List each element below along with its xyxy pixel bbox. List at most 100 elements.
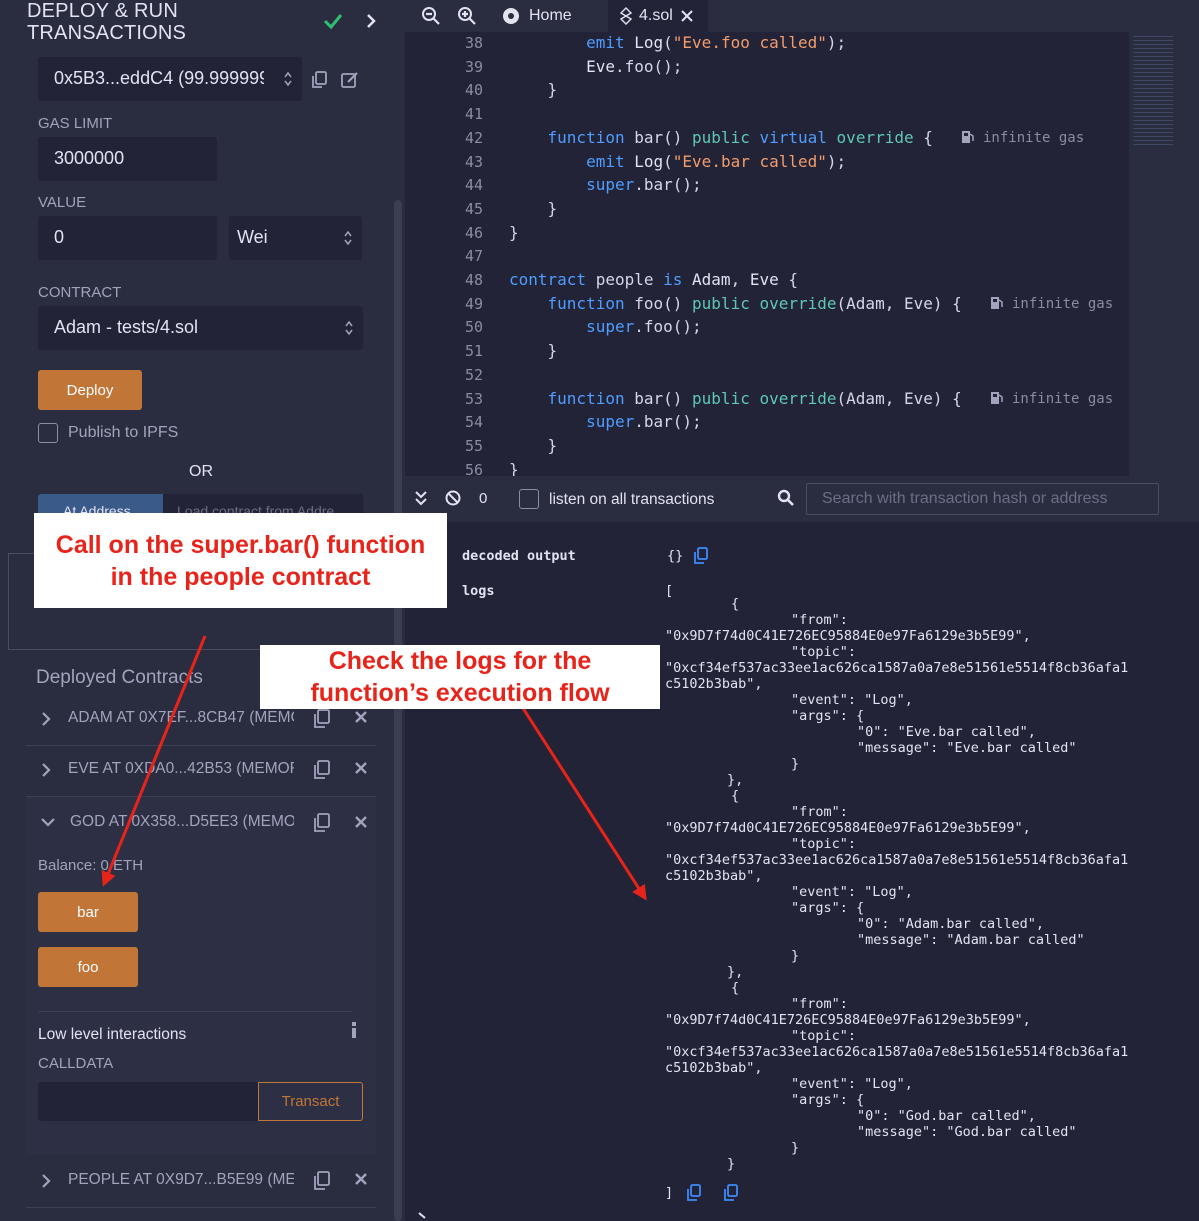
unit-select[interactable]: Wei (229, 216, 362, 260)
contract-row-eve[interactable]: EVE AT 0XDA0...42B53 (MEMOR (26, 746, 376, 796)
gas-limit-input[interactable]: 3000000 (38, 137, 217, 181)
close-icon[interactable] (354, 815, 368, 829)
chevron-right-icon[interactable] (40, 1173, 52, 1189)
listen-checkbox[interactable] (519, 489, 539, 509)
log-line: "topic": (791, 1028, 857, 1044)
line-number: 54 (464, 413, 483, 432)
chevron-down-icon[interactable] (40, 816, 56, 828)
calldata-label: CALLDATA (38, 1055, 114, 1072)
log-line: "0x9D7f74d0C41E726EC95884E0e97Fa6129e3b5… (665, 628, 1031, 644)
code-text: emit Log("Eve.bar called"); (586, 151, 847, 171)
tab-home[interactable]: Home (501, 0, 607, 32)
code-line: 41 (405, 102, 1125, 126)
logs-open-bracket: [ (665, 583, 674, 599)
copy-icon[interactable] (312, 812, 332, 834)
close-icon[interactable] (681, 10, 693, 22)
value-input[interactable]: 0 (38, 216, 217, 260)
gas-pump-icon (991, 296, 1003, 309)
line-number: 42 (464, 128, 483, 147)
log-line: "0xcf34ef537ac33ee1ac626ca1587a0a7e8e515… (665, 852, 1129, 868)
log-line: c5102b3bab", (665, 1060, 763, 1076)
code-text: super.bar(); (586, 412, 702, 432)
zoom-in-icon[interactable] (457, 6, 477, 26)
copy-icon[interactable] (312, 708, 332, 730)
line-number: 43 (464, 152, 483, 171)
chevron-right-icon[interactable] (362, 10, 380, 32)
contract-row-people[interactable]: PEOPLE AT 0X9D7...B5E99 (MEM (26, 1157, 376, 1207)
gas-estimate: infinite gas (990, 387, 1113, 411)
close-icon[interactable] (354, 710, 368, 724)
select-arrows-icon (284, 71, 292, 87)
log-line: "from": (791, 804, 848, 820)
chevron-right-icon[interactable] (40, 711, 52, 727)
code-line: 46} (405, 221, 1125, 245)
copy-icon[interactable] (693, 547, 709, 565)
close-icon[interactable] (354, 1172, 368, 1186)
contract-label: CONTRACT (38, 284, 122, 301)
contract-select[interactable]: Adam - tests/4.sol (38, 306, 363, 350)
foo-button[interactable]: foo (38, 947, 138, 987)
calldata-input[interactable] (38, 1082, 258, 1121)
account-select[interactable]: 0x5B3...eddC4 (99.999999 (38, 57, 302, 101)
line-number: 52 (464, 365, 483, 384)
search-icon (777, 489, 794, 506)
divider (38, 1011, 352, 1012)
log-line: c5102b3bab", (665, 676, 763, 692)
contract-panel-god: GOD AT 0X358...D5EE3 (MEMOF Balance: 0 E… (26, 797, 376, 1155)
code-line: 53 function bar() public override(Adam, … (405, 387, 1125, 411)
deploy-run-panel: DEPLOY & RUN TRANSACTIONS 0x5B3...eddC4 … (0, 0, 405, 1221)
copy-icon[interactable] (723, 1184, 739, 1202)
load-address-input[interactable]: Load contract from Addre (163, 494, 363, 514)
code-line: 43 emit Log("Eve.bar called"); (405, 150, 1125, 174)
prompt-chevron-icon (418, 1212, 426, 1219)
log-line: "topic": (791, 836, 857, 852)
copy-icon[interactable] (310, 70, 330, 90)
edit-icon[interactable] (340, 70, 360, 90)
terminal-toolbar: 0 listen on all transactions Search with… (405, 476, 1199, 522)
copy-icon[interactable] (312, 1170, 332, 1192)
at-address-button[interactable]: At Address (38, 494, 163, 514)
chevron-right-icon[interactable] (40, 762, 52, 778)
publish-ipfs-checkbox[interactable] (38, 423, 58, 443)
info-icon[interactable] (349, 1021, 359, 1039)
pending-count: 0 (479, 490, 488, 507)
code-line: 39 Eve.foo(); (405, 55, 1125, 79)
transact-button[interactable]: Transact (258, 1082, 363, 1121)
log-line: "0xcf34ef537ac33ee1ac626ca1587a0a7e8e515… (665, 660, 1129, 676)
code-text: } (509, 435, 558, 455)
tab-4-sol[interactable]: 4.sol (608, 0, 708, 32)
zoom-out-icon[interactable] (421, 6, 441, 26)
collapse-icon[interactable] (415, 490, 427, 506)
code-line: 42 function bar() public virtual overrid… (405, 126, 1125, 150)
logs-close-bracket: ] (665, 1185, 674, 1201)
log-line: "event": "Log", (791, 692, 913, 708)
log-line: "args": { (791, 708, 865, 724)
code-text: } (509, 80, 558, 100)
code-text: Eve.foo(); (586, 56, 683, 76)
close-icon[interactable] (354, 761, 368, 775)
log-line: "0": "Adam.bar called", (857, 916, 1044, 932)
code-text: function bar() public override(Adam, Eve… (547, 388, 962, 408)
deploy-button[interactable]: Deploy (38, 370, 142, 410)
left-scrollbar[interactable] (394, 200, 402, 1221)
clear-icon[interactable] (445, 490, 461, 506)
copy-icon[interactable] (686, 1184, 702, 1202)
code-editor[interactable]: 38 emit Log("Eve.foo called"); 39 Eve.foo… (405, 32, 1199, 476)
minimap[interactable] (1129, 32, 1199, 476)
log-line: } (791, 1140, 800, 1156)
bar-button[interactable]: bar (38, 892, 138, 932)
code-line: 49 function foo() public override(Adam, … (405, 292, 1125, 316)
line-number: 39 (464, 57, 483, 76)
search-input[interactable]: Search with transaction hash or address (806, 483, 1159, 515)
line-number: 45 (464, 199, 483, 218)
line-number: 46 (464, 223, 483, 242)
annotation-callout-logs: Check the logs for the function’s execut… (260, 645, 660, 709)
copy-icon[interactable] (312, 759, 332, 781)
line-number: 47 (464, 247, 483, 266)
log-line: } (791, 756, 800, 772)
log-line: }, (727, 772, 744, 788)
code-text: } (509, 198, 558, 218)
line-number: 41 (464, 105, 483, 124)
annotation-callout-call: Call on the super.bar() function in the … (34, 513, 447, 608)
log-line: "from": (791, 996, 848, 1012)
